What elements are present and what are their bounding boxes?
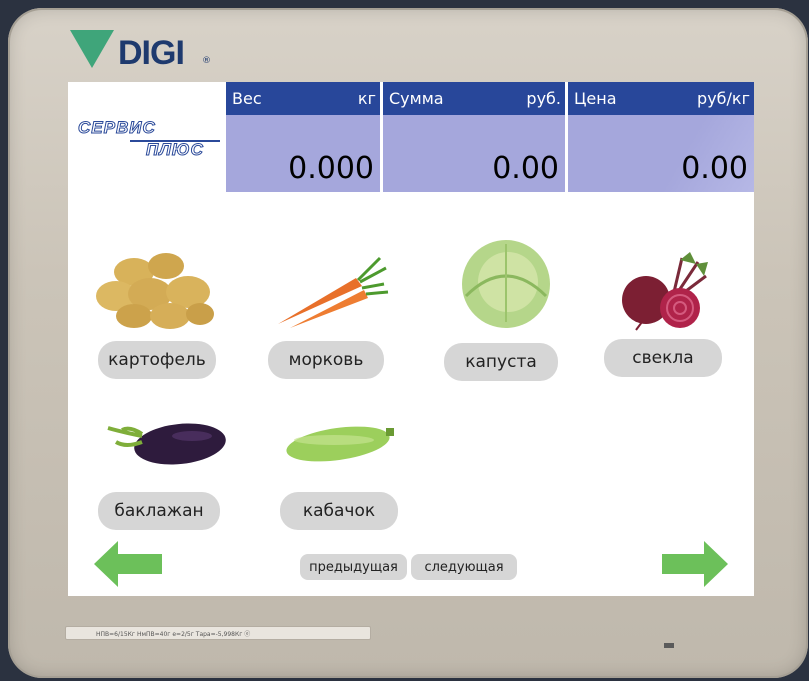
status-led (664, 643, 674, 648)
prev-page-button[interactable]: предыдущая (300, 554, 407, 580)
beetroot-icon (622, 252, 708, 331)
spec-strip: НПВ=6/15Кг НмПВ=40г е=2/5г Тара=-5,998Кг… (65, 626, 371, 640)
sum-panel: Сумма руб. 0.00 (383, 82, 565, 192)
price-header: Цена руб/кг (568, 82, 754, 115)
product-button-eggplant[interactable]: баклажан (98, 492, 220, 530)
product-eggplant[interactable] (102, 412, 232, 562)
carrots-icon (278, 256, 389, 328)
product-button-potatoes[interactable]: картофель (98, 341, 216, 379)
weight-label: Вес (232, 89, 262, 108)
weight-unit: кг (357, 89, 376, 108)
weight-panel: Вес кг 0.000 (226, 82, 380, 192)
product-button-beetroot[interactable]: свекла (604, 339, 722, 377)
product-beetroot[interactable] (612, 252, 742, 402)
prev-arrow-icon[interactable] (94, 541, 162, 587)
sum-label: Сумма (389, 89, 444, 108)
weight-header: Вес кг (226, 82, 380, 115)
next-arrow-icon[interactable] (662, 541, 728, 587)
registered-mark: ® (202, 56, 211, 66)
potatoes-icon (96, 253, 214, 329)
eggplant-icon (107, 423, 226, 465)
price-value: 0.00 (568, 115, 754, 192)
digi-brand-text: DIGI (118, 34, 185, 72)
product-button-carrots[interactable]: морковь (268, 341, 384, 379)
price-unit: руб/кг (697, 89, 750, 108)
digi-triangle-icon (70, 30, 114, 68)
store-logo-line2: ПЛЮС (146, 140, 204, 160)
digi-logo: DIGI ® (70, 30, 211, 76)
store-logo-line1: СЕРВИС (78, 118, 156, 138)
sum-unit: руб. (526, 89, 561, 108)
product-zucchini[interactable] (282, 412, 412, 562)
price-label: Цена (574, 89, 617, 108)
touch-screen: СЕРВИС ПЛЮС Вес кг 0.000 Сумма руб. 0.00… (68, 82, 754, 596)
zucchini-icon (286, 426, 394, 462)
weight-value: 0.000 (226, 115, 380, 192)
cabbage-icon (462, 240, 550, 328)
next-page-button[interactable]: следующая (411, 554, 517, 580)
product-button-cabbage[interactable]: капуста (444, 343, 558, 381)
product-button-zucchini[interactable]: кабачок (280, 492, 398, 530)
sum-header: Сумма руб. (383, 82, 565, 115)
sum-value: 0.00 (383, 115, 565, 192)
price-panel: Цена руб/кг 0.00 (568, 82, 754, 192)
store-logo: СЕРВИС ПЛЮС (78, 118, 228, 168)
